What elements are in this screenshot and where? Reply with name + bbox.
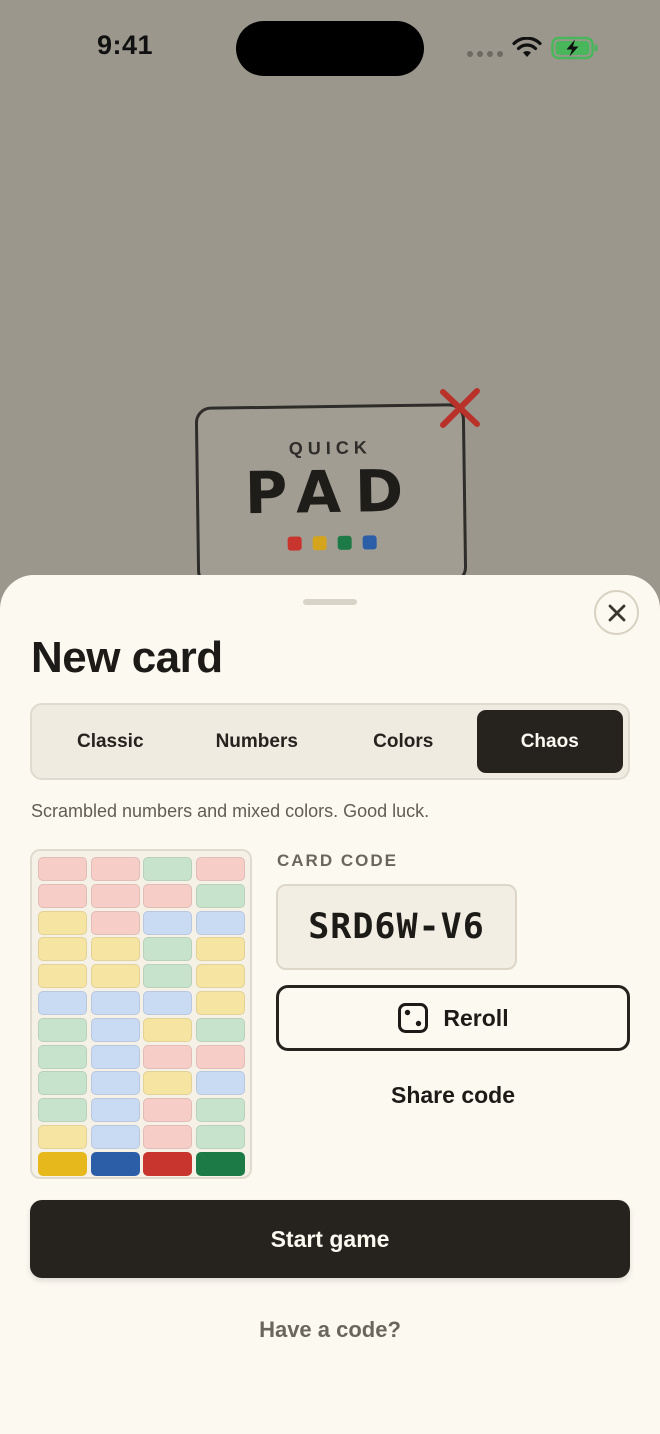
logo-x-mark-icon: [440, 388, 480, 428]
card-preview: [30, 849, 252, 1179]
tab-chaos[interactable]: Chaos: [476, 710, 623, 773]
preview-cell: [143, 857, 192, 881]
close-icon: [608, 604, 625, 621]
preview-cell: [38, 1044, 87, 1069]
preview-cell: [90, 1098, 140, 1123]
preview-cell: [143, 883, 192, 908]
sheet-title: New card: [31, 633, 223, 682]
preview-cell: [195, 1017, 245, 1042]
preview-cell: [38, 910, 87, 935]
card-code-value: SRD6W-V6: [276, 884, 517, 970]
preview-cell: [90, 857, 140, 881]
dynamic-island: [236, 21, 424, 76]
preview-cell: [143, 964, 192, 989]
preview-cell: [38, 964, 87, 989]
preview-cell: [195, 883, 245, 908]
card-code-label: CARD CODE: [277, 851, 398, 870]
preview-cell: [143, 1071, 192, 1096]
logo-color-dot: [312, 536, 327, 551]
logo-color-dot: [287, 536, 302, 551]
new-card-sheet: New card Classic Numbers Colors Chaos Sc…: [0, 575, 660, 1434]
preview-cell: [90, 964, 140, 989]
preview-cell: [195, 937, 245, 962]
tab-colors[interactable]: Colors: [330, 710, 477, 773]
dice-icon: [398, 1003, 429, 1033]
card-preview-grid: [38, 857, 245, 1176]
preview-cell: [38, 1124, 87, 1149]
logo-color-dot: [362, 535, 377, 550]
close-button[interactable]: [594, 590, 639, 635]
tab-classic[interactable]: Classic: [37, 710, 184, 773]
preview-cell: [195, 857, 245, 881]
preview-cell: [143, 1017, 192, 1042]
battery-icon: [551, 36, 598, 60]
preview-cell: [90, 1071, 140, 1096]
preview-cell: [38, 1071, 87, 1096]
sheet-grabber[interactable]: [303, 599, 357, 605]
start-game-button[interactable]: Start game: [30, 1200, 630, 1278]
have-a-code-link[interactable]: Have a code?: [0, 1317, 660, 1343]
reroll-label: Reroll: [443, 1004, 509, 1031]
preview-cell: [195, 1071, 245, 1096]
preview-cell: [38, 937, 87, 962]
preview-cell: [195, 1124, 245, 1149]
preview-cell: [90, 1017, 140, 1042]
preview-cell: [38, 1151, 87, 1176]
preview-cell: [90, 910, 140, 935]
mode-segmented-control: Classic Numbers Colors Chaos: [30, 703, 630, 780]
preview-cell: [90, 1044, 140, 1069]
wifi-icon: [512, 37, 542, 57]
tab-numbers[interactable]: Numbers: [184, 710, 331, 773]
preview-cell: [38, 1017, 87, 1042]
preview-cell: [143, 937, 192, 962]
preview-cell: [143, 1151, 192, 1176]
preview-cell: [143, 990, 192, 1015]
preview-cell: [90, 937, 140, 962]
preview-cell: [143, 1098, 192, 1123]
preview-cell: [38, 857, 87, 881]
preview-cell: [195, 1151, 245, 1176]
preview-cell: [195, 1044, 245, 1069]
preview-cell: [195, 1098, 245, 1123]
app-logo-card: QUICK PAD: [194, 403, 468, 587]
preview-cell: [143, 1044, 192, 1069]
preview-cell: [195, 910, 245, 935]
mode-description: Scrambled numbers and mixed colors. Good…: [31, 801, 430, 821]
preview-cell: [38, 990, 87, 1015]
preview-cell: [38, 883, 87, 908]
preview-cell: [90, 1124, 140, 1149]
preview-cell: [195, 990, 245, 1015]
share-code-link[interactable]: Share code: [276, 1082, 630, 1109]
logo-color-dot: [337, 535, 352, 550]
status-time: 9:41: [97, 30, 154, 60]
preview-cell: [143, 910, 192, 935]
logo-color-dots: [287, 535, 377, 551]
preview-cell: [143, 1124, 192, 1149]
reroll-button[interactable]: Reroll: [276, 985, 630, 1051]
preview-cell: [90, 883, 140, 908]
preview-cell: [38, 1098, 87, 1123]
cellular-signal-icon: [467, 51, 503, 57]
preview-cell: [195, 964, 245, 989]
preview-cell: [90, 990, 140, 1015]
preview-cell: [90, 1151, 140, 1176]
logo-pad-text: PAD: [244, 456, 418, 528]
